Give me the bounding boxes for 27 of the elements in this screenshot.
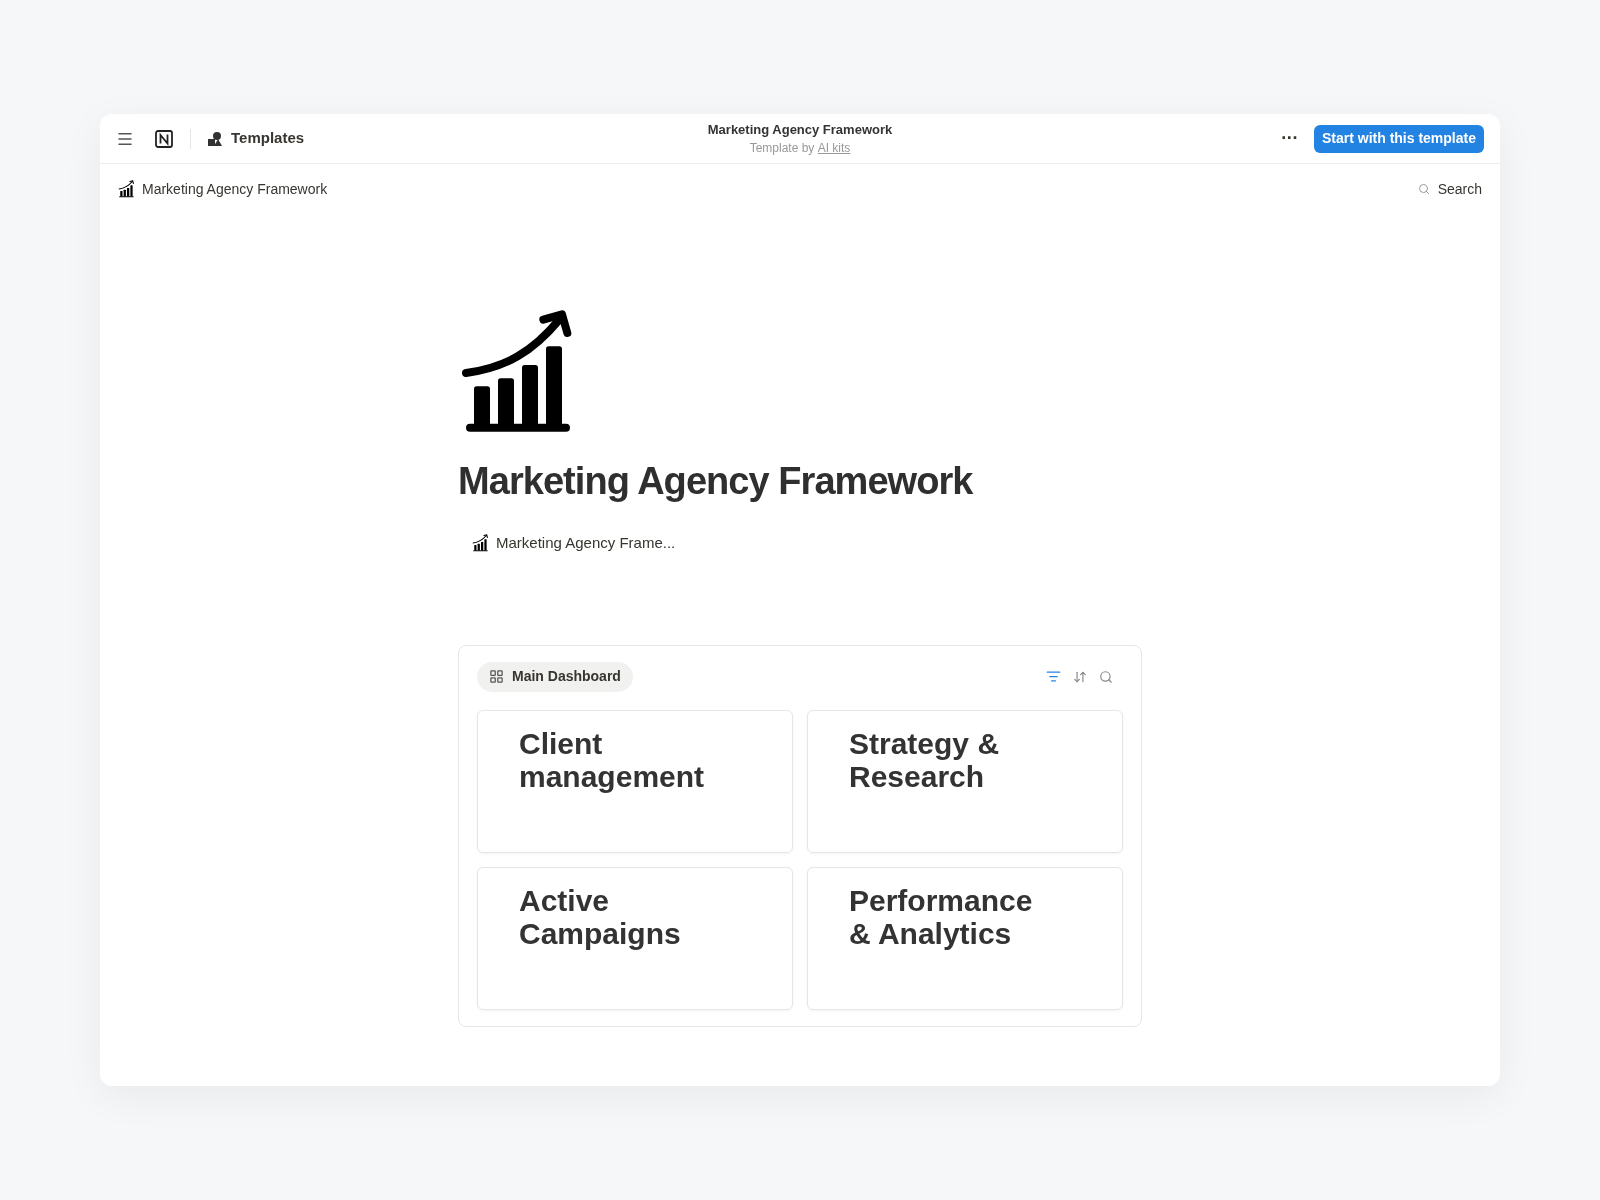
card-title: Performance & Analytics xyxy=(849,883,1034,950)
dashboard-card[interactable]: Active Campaigns xyxy=(477,866,793,1010)
chart-icon xyxy=(118,180,136,198)
start-template-button[interactable]: Start with this template xyxy=(1313,124,1484,153)
shapes-icon xyxy=(207,130,223,147)
search-button[interactable]: Search xyxy=(1417,178,1482,200)
sort-icon[interactable] xyxy=(1073,669,1087,684)
dashboard-card[interactable]: Performance & Analytics xyxy=(807,866,1123,1010)
breadcrumb-page[interactable]: Marketing Agency Framework xyxy=(142,178,328,200)
view-tab[interactable]: Main Dashboard xyxy=(477,661,633,692)
dashboard-card[interactable]: Strategy & Research xyxy=(807,709,1123,853)
page-link[interactable]: Marketing Agency Frame... xyxy=(496,532,676,555)
notion-logo-icon[interactable] xyxy=(154,128,174,149)
more-button[interactable]: ··· xyxy=(1277,125,1302,152)
byline: Template by xyxy=(749,140,816,158)
chart-icon xyxy=(472,534,490,553)
card-title: Strategy & Research xyxy=(849,726,1001,793)
grid-icon xyxy=(489,669,504,684)
dashboard-card[interactable]: Client management xyxy=(477,709,793,853)
card-title: Client management xyxy=(519,726,706,793)
card-title: Active Campaigns xyxy=(519,883,682,950)
filter-icon[interactable] xyxy=(1046,669,1061,684)
templates-link[interactable]: Templates xyxy=(231,127,305,150)
search-icon xyxy=(1417,183,1430,195)
search-icon[interactable] xyxy=(1099,669,1113,684)
template-title: Marketing Agency Framework xyxy=(707,120,893,139)
page-title: Marketing Agency Framework xyxy=(458,459,974,504)
